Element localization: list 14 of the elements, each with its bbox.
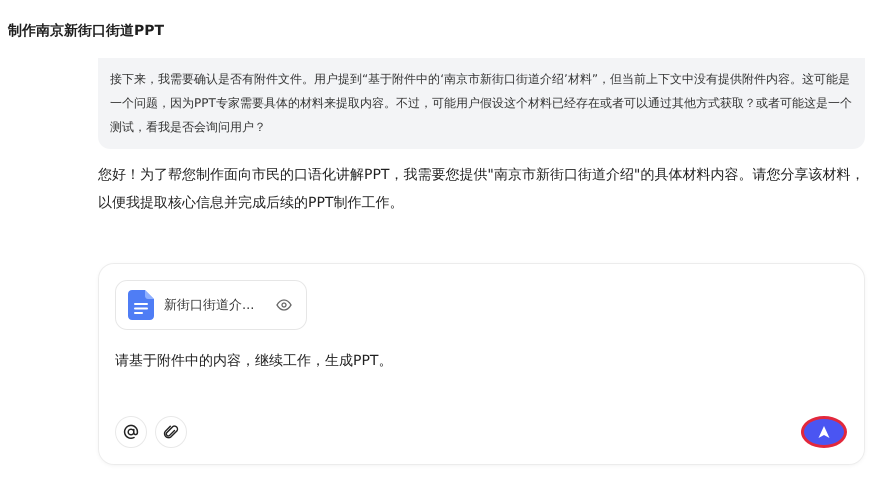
eye-icon[interactable]	[276, 299, 292, 311]
mention-button[interactable]	[115, 416, 147, 448]
document-icon	[128, 290, 154, 320]
at-sign-icon	[123, 424, 139, 440]
send-button[interactable]	[801, 416, 847, 448]
thinking-text: 接下来，我需要确认是否有附件文件。用户提到“基于附件中的‘南京市新街口街道介绍’材料”，但当前上下文中没有提供附件内容。这可能是一个问题，因为PPT专家需要具体的材料来提取内容。不过，可能用户假设这个材料已经存在或者可以通过其他方式获取？或者可能这是一个测试，看我是否会询问用户？	[98, 58, 865, 149]
attach-button[interactable]	[155, 416, 187, 448]
message-text: 请基于附件中的内容，继续工作，生成PPT。	[115, 352, 394, 371]
arrow-up-icon	[817, 425, 831, 439]
paperclip-icon	[163, 424, 179, 440]
reply-text: 您好！为了帮您制作面向市民的口语化讲解PPT，我需要您提供"南京市新街口街道介绍"的具体材料内容。请您分享该材料，以便我提取核心信息并完成后续的PPT制作工作。	[98, 166, 865, 213]
file-name: 新街口街道介...	[164, 297, 254, 314]
attachment-chip[interactable]: 新街口街道介...	[115, 280, 308, 330]
chat-title: 制作南京新街口街道PPT	[6, 22, 166, 40]
